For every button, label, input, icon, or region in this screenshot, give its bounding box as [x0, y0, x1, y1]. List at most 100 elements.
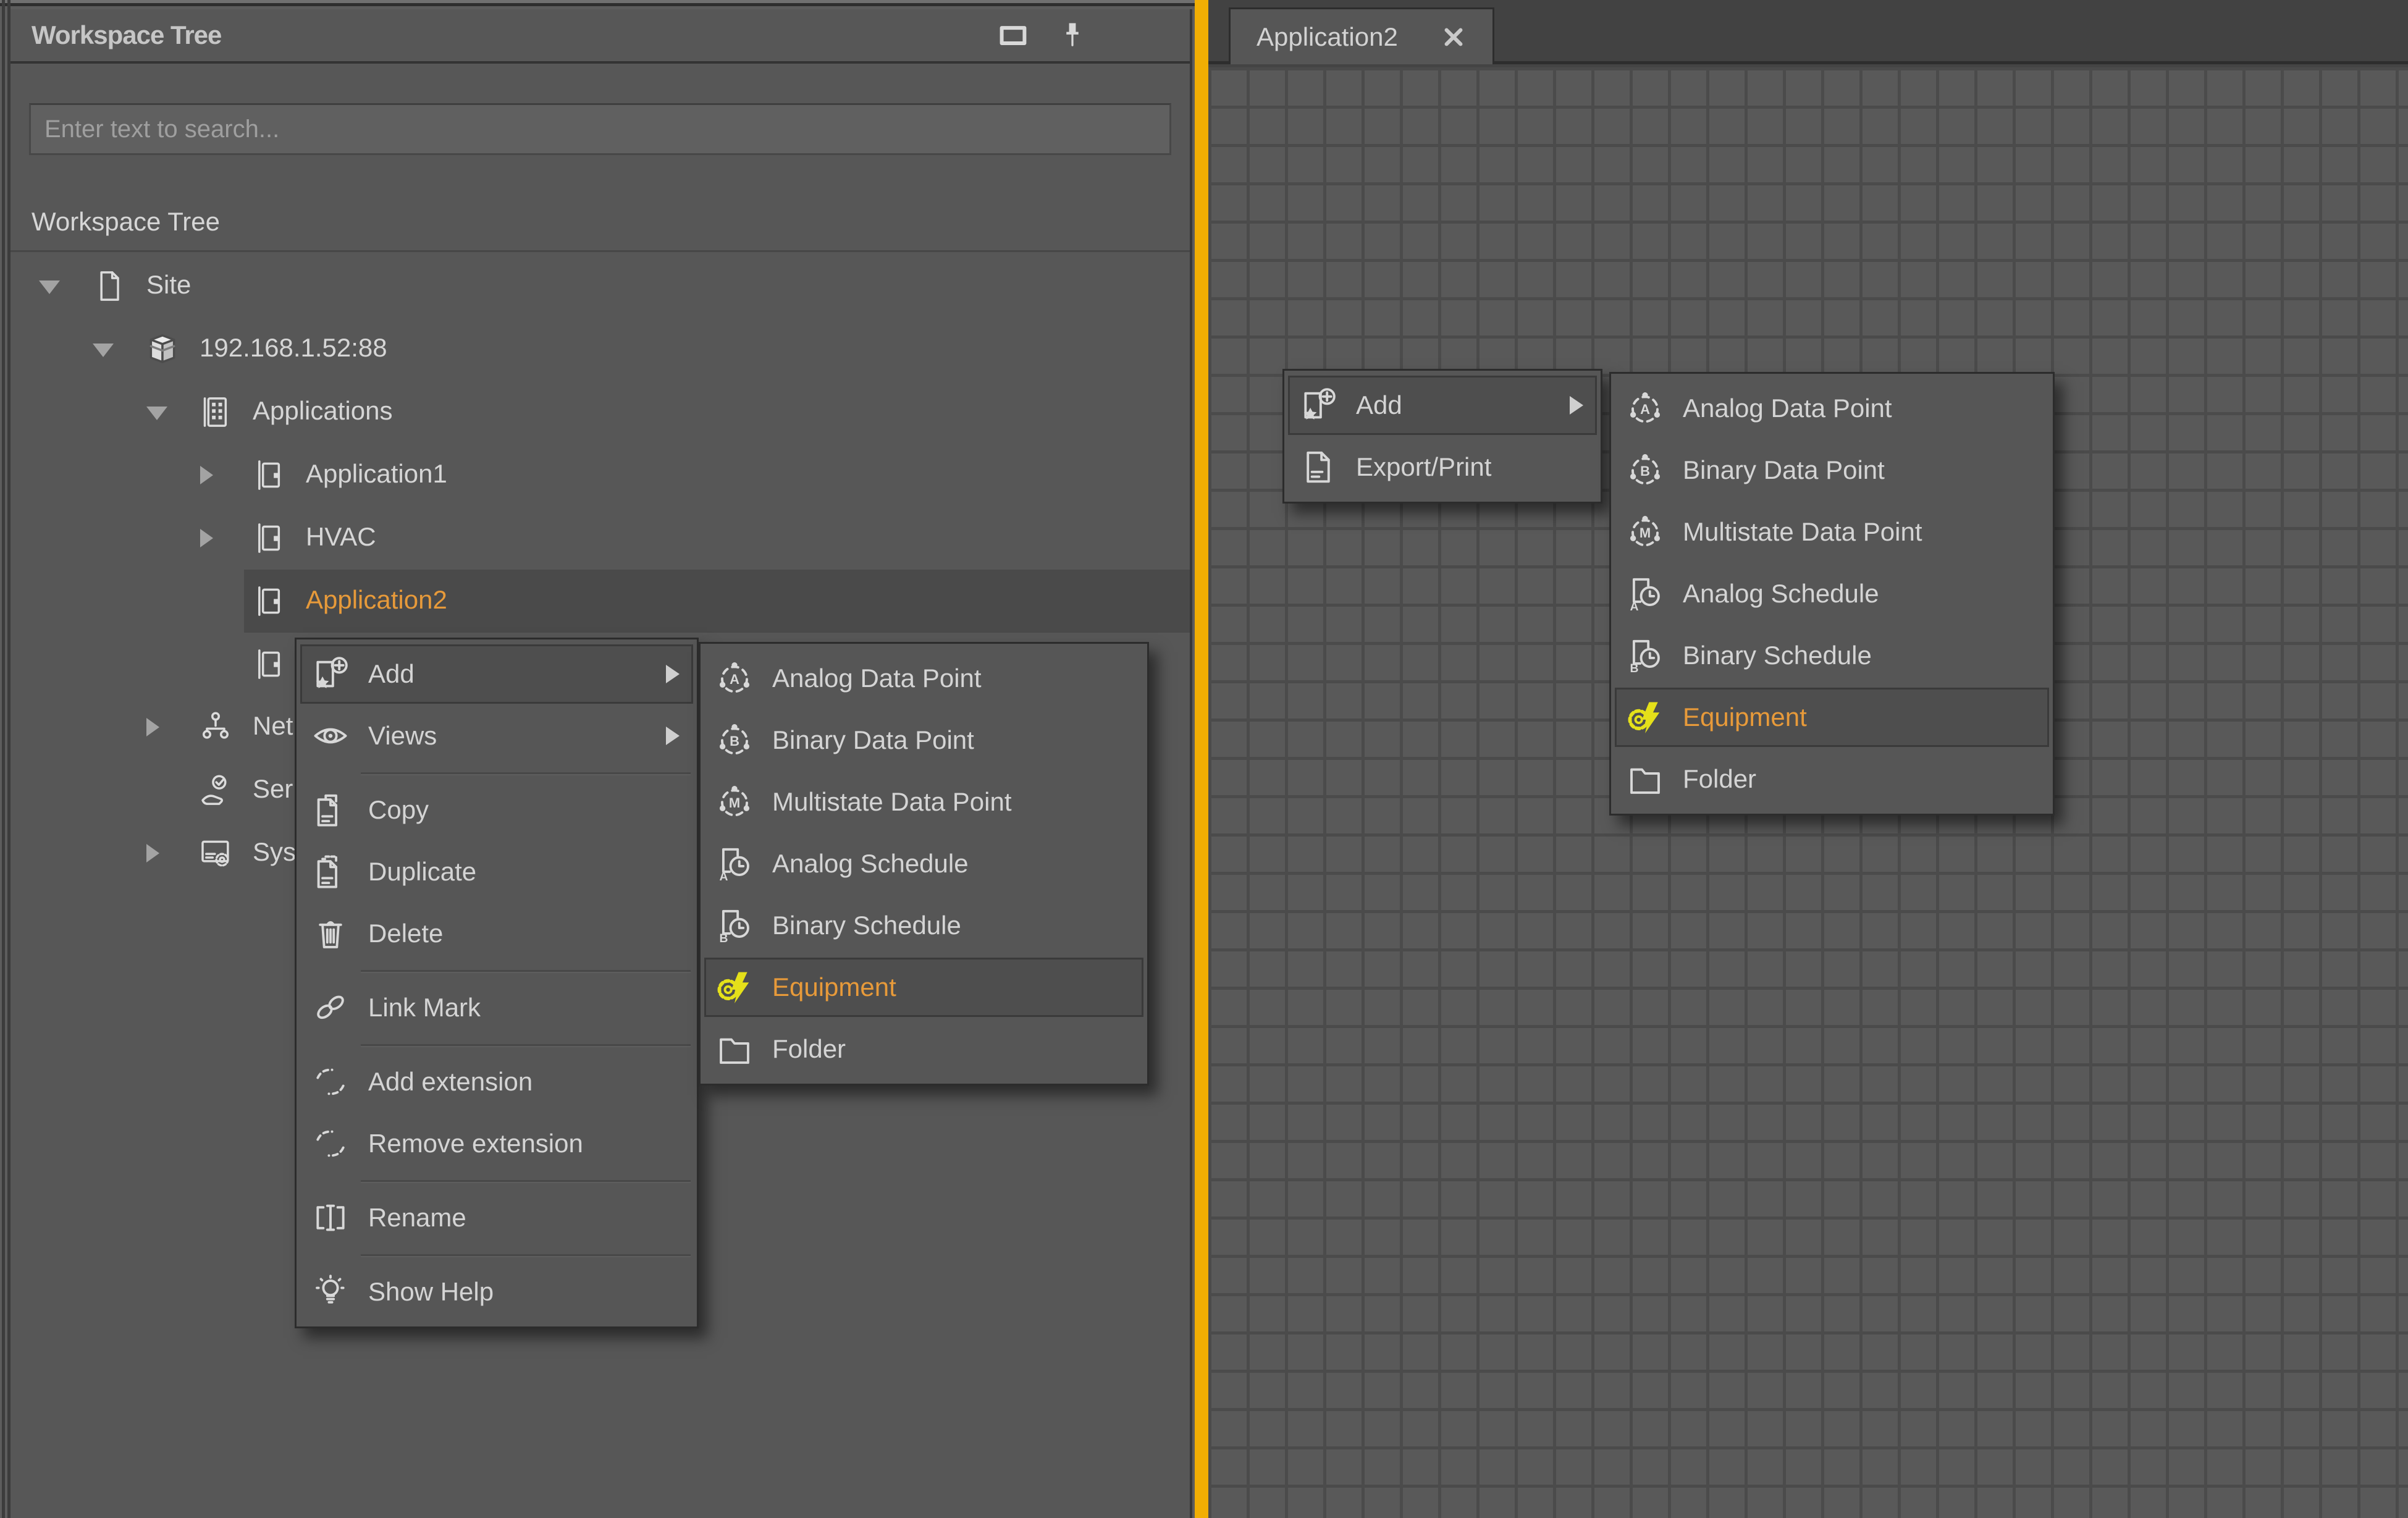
menu-item-analog-schedule[interactable]: A Analog Schedule	[701, 833, 1147, 895]
link-icon	[311, 989, 350, 1027]
menu-item-add-extension[interactable]: Add extension	[297, 1051, 697, 1113]
menu-item-label: Delete	[368, 919, 443, 948]
network-icon	[198, 710, 233, 744]
menu-item-label: Folder	[1683, 764, 1756, 794]
pin-icon	[1056, 44, 1088, 53]
svg-text:B: B	[1640, 463, 1650, 479]
menu-item-multistate-data-point[interactable]: MMultistate Data Point	[701, 771, 1147, 833]
menu-item-label: Export/Print	[1356, 452, 1491, 482]
menu-item-label: Rename	[368, 1203, 466, 1233]
tree-item-192-168-1-52-88[interactable]: 192.168.1.52:88	[11, 318, 1190, 381]
analog-schedule-icon: A	[1626, 575, 1664, 613]
tab-label: Application2	[1257, 22, 1441, 52]
application-icon	[251, 584, 286, 618]
submenu-arrow-icon	[666, 727, 680, 745]
expand-arrow-icon[interactable]	[200, 529, 213, 547]
extension-icon	[311, 1124, 350, 1163]
menu-item-add[interactable]: Add	[297, 643, 697, 705]
services-icon	[198, 773, 233, 807]
menu-item-remove-extension[interactable]: Remove extension	[297, 1113, 697, 1174]
menu-item-binary-schedule[interactable]: BBinary Schedule	[701, 895, 1147, 956]
collapse-arrow-icon[interactable]	[39, 280, 60, 294]
menu-item-views[interactable]: Views	[297, 705, 697, 767]
menu-item-binary-data-point[interactable]: BBinary Data Point	[701, 709, 1147, 771]
tree-item-site[interactable]: Site	[11, 255, 1190, 318]
section-divider	[11, 250, 1190, 252]
eye-icon	[311, 717, 350, 755]
menu-item-label: Remove extension	[368, 1129, 583, 1158]
float-panel-button[interactable]	[997, 19, 1029, 51]
menu-item-copy[interactable]: Copy	[297, 779, 697, 841]
menu-item-equipment[interactable]: Equipment	[1611, 686, 2053, 748]
tree-item-label: Site	[146, 270, 191, 300]
tab-close-icon[interactable]	[1441, 24, 1467, 50]
tree-context-menu: Add Views Copy Duplicate Delete Link Mark Add …	[295, 638, 699, 1328]
folder-icon	[1626, 760, 1664, 798]
window-left-edge	[2, 0, 5, 1518]
menu-item-link-mark[interactable]: Link Mark	[297, 977, 697, 1039]
binary-point-icon: B	[1626, 451, 1664, 489]
pin-panel-button[interactable]	[1056, 19, 1088, 51]
expand-arrow-icon[interactable]	[146, 718, 159, 736]
menu-item-analog-data-point[interactable]: AAnalog Data Point	[701, 647, 1147, 709]
menu-item-label: Equipment	[1683, 702, 1807, 732]
svg-text:A: A	[730, 672, 739, 687]
expand-arrow-icon[interactable]	[200, 466, 213, 484]
menu-item-folder[interactable]: Folder	[701, 1018, 1147, 1080]
document-icon	[92, 269, 127, 303]
svg-text:A: A	[1630, 600, 1638, 613]
menu-item-analog-data-point[interactable]: AAnalog Data Point	[1611, 377, 2053, 439]
multistate-point-icon: M	[1626, 513, 1664, 551]
tree-item-application2[interactable]: Application2	[11, 570, 1190, 633]
trash-icon	[311, 914, 350, 953]
application-icon	[251, 647, 286, 681]
menu-item-folder[interactable]: Folder	[1611, 748, 2053, 810]
titlebar-buttons	[997, 19, 1088, 51]
menu-item-binary-data-point[interactable]: B Binary Data Point	[1611, 439, 2053, 501]
menu-item-multistate-data-point[interactable]: MMultistate Data Point	[1611, 501, 2053, 563]
menu-item-show-help[interactable]: Show Help	[297, 1261, 697, 1323]
menu-item-label: Duplicate	[368, 857, 476, 887]
menu-item-add[interactable]: Add	[1284, 374, 1601, 436]
equipment-icon	[715, 968, 754, 1006]
tree-item-application1[interactable]: Application1	[11, 444, 1190, 507]
tab-strip: Application2	[1208, 0, 2408, 64]
tree-item-label: Net	[253, 711, 293, 741]
tab-application2[interactable]: Application2	[1229, 7, 1494, 64]
search-box	[11, 64, 1190, 155]
menu-item-label: Analog Schedule	[772, 849, 969, 879]
folder-icon	[715, 1030, 754, 1068]
panel-splitter[interactable]	[1195, 0, 1208, 1518]
svg-text:B: B	[1630, 662, 1638, 675]
menu-item-export-print[interactable]: Export/Print	[1284, 436, 1601, 498]
expand-arrow-icon[interactable]	[146, 844, 159, 862]
menu-separator	[297, 767, 697, 779]
menu-item-label: Binary Data Point	[1683, 455, 1885, 485]
menu-item-delete[interactable]: Delete	[297, 903, 697, 964]
equipment-icon	[1626, 698, 1664, 736]
analog-point-icon: A	[1626, 389, 1664, 428]
menu-item-label: Analog Schedule	[1683, 579, 1879, 609]
menu-item-duplicate[interactable]: Duplicate	[297, 841, 697, 903]
tree-item-applications[interactable]: Applications	[11, 381, 1190, 444]
search-input[interactable]	[29, 103, 1171, 155]
menu-item-binary-schedule[interactable]: BBinary Schedule	[1611, 625, 2053, 686]
menu-item-label: Show Help	[368, 1277, 494, 1307]
analog-schedule-icon: A	[715, 845, 754, 883]
canvas-add-submenu: AAnalog Data Point B Binary Data Point MMul…	[1609, 372, 2055, 816]
panel-title: Workspace Tree	[32, 20, 997, 50]
menu-item-label: Add	[368, 659, 415, 689]
binary-schedule-icon: B	[715, 906, 754, 945]
menu-separator	[297, 1174, 697, 1187]
submenu-arrow-icon	[666, 665, 680, 683]
collapse-arrow-icon[interactable]	[146, 407, 167, 420]
tree-item-label: Application1	[306, 459, 447, 489]
menu-item-equipment[interactable]: Equipment	[701, 956, 1147, 1018]
tree-section-label: Workspace Tree	[11, 207, 1190, 237]
menu-item-rename[interactable]: Rename	[297, 1187, 697, 1249]
menu-item-label: Add extension	[368, 1067, 533, 1097]
tree-item-label: Ser	[253, 774, 293, 804]
menu-item-analog-schedule[interactable]: A Analog Schedule	[1611, 563, 2053, 625]
tree-item-hvac[interactable]: HVAC	[11, 507, 1190, 570]
collapse-arrow-icon[interactable]	[93, 344, 114, 357]
